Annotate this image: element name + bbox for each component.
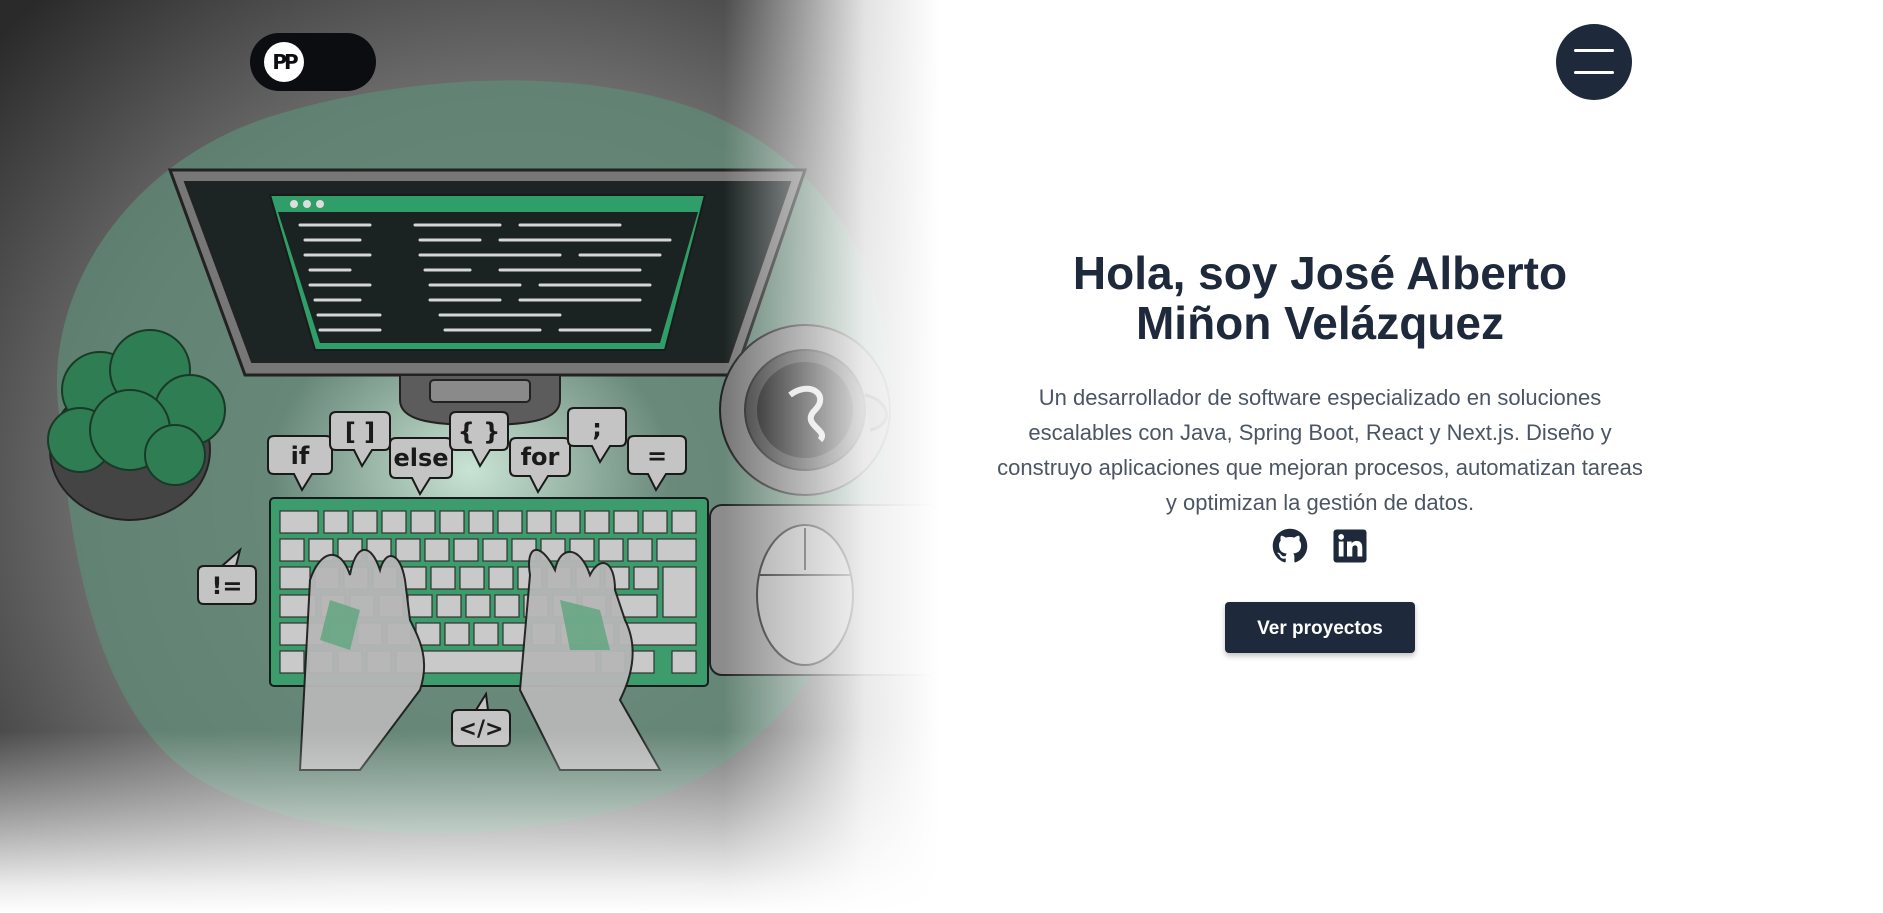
hamburger-icon-line — [1574, 71, 1614, 74]
social-links — [990, 528, 1650, 564]
linkedin-link[interactable] — [1332, 528, 1368, 564]
hero-title-line1: Hola, soy José Alberto — [1072, 247, 1568, 299]
hero-illustration: if [ ] else { } for ; = != </> — [0, 0, 940, 913]
hamburger-icon — [1574, 49, 1614, 52]
svg-text:</>: </> — [459, 717, 504, 742]
github-icon — [1272, 528, 1308, 563]
svg-text:;: ; — [592, 414, 602, 442]
svg-text:{ }: { } — [458, 418, 501, 446]
developer-desk-illustration: if [ ] else { } for ; = != </> — [0, 0, 940, 913]
hero-title-line2: Miñon Velázquez — [1135, 297, 1505, 349]
logo-button[interactable]: PP — [250, 33, 376, 91]
svg-text:if: if — [291, 442, 310, 470]
svg-text:[ ]: [ ] — [345, 418, 375, 446]
svg-text:!=: != — [211, 572, 242, 600]
logo-initials: PP — [264, 42, 304, 82]
hero-title: Hola, soy José Alberto Miñon Velázquez — [990, 248, 1650, 348]
linkedin-icon — [1333, 529, 1367, 563]
svg-text:for: for — [521, 443, 560, 471]
hero-description: Un desarrollador de software especializa… — [997, 385, 1643, 515]
svg-text:else: else — [393, 444, 448, 472]
view-projects-button[interactable]: Ver proyectos — [1225, 602, 1415, 653]
svg-text:=: = — [647, 442, 667, 470]
menu-button[interactable] — [1556, 24, 1632, 100]
hero-section: Hola, soy José Alberto Miñon Velázquez U… — [990, 248, 1650, 653]
github-link[interactable] — [1272, 528, 1308, 564]
